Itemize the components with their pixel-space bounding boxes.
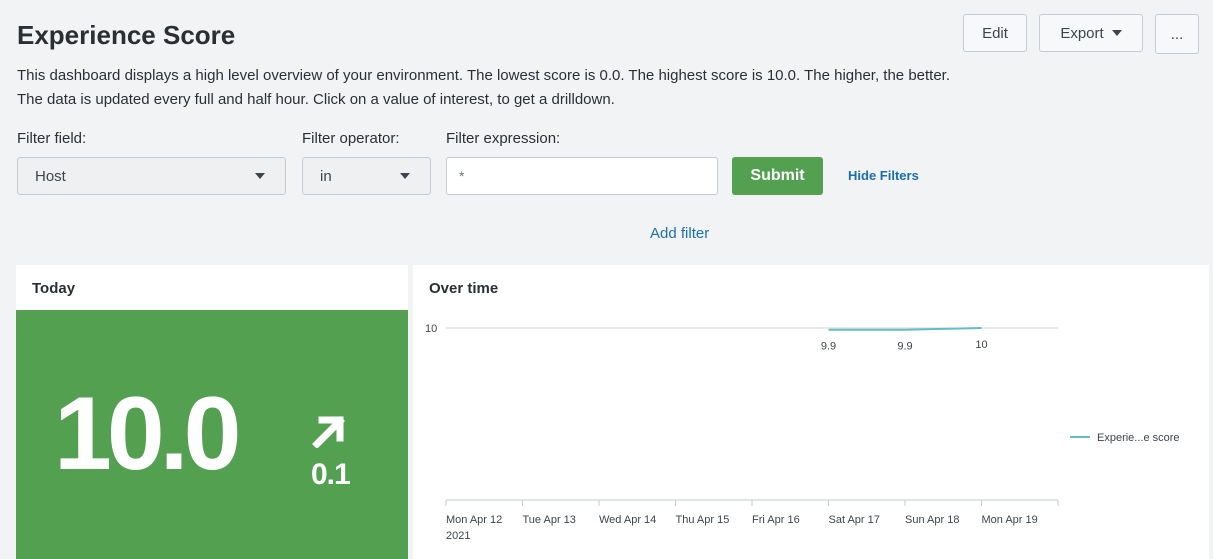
caret-down-icon [1111, 30, 1122, 36]
filter-operator-label: Filter operator: [302, 130, 400, 147]
score-value: 10.0 [54, 376, 241, 492]
dashboard-description: This dashboard displays a high level ove… [17, 67, 951, 108]
filter-operator-select[interactable]: in [302, 157, 431, 195]
filter-field-select[interactable]: Host [17, 157, 286, 195]
y-tick-label: 10 [425, 323, 437, 335]
x-tick-label: Thu Apr 15 [676, 514, 730, 526]
edit-button-label: Edit [982, 24, 1008, 42]
data-label: 9.9 [821, 341, 836, 353]
data-label: 9.9 [897, 341, 912, 353]
today-panel-title: Today [32, 280, 76, 297]
filter-expression-label: Filter expression: [446, 130, 561, 147]
x-tick-label: Sat Apr 17 [829, 514, 880, 526]
x-tick-label: Mon Apr 12 [446, 514, 502, 526]
legend-label: Experie...e score [1097, 432, 1180, 444]
submit-button[interactable]: Submit [732, 157, 823, 195]
x-tick-label: Wed Apr 14 [599, 514, 656, 526]
caret-down-icon [255, 173, 265, 179]
trend-value: 0.1 [311, 458, 351, 491]
filter-field-label: Filter field: [17, 130, 87, 147]
line-chart[interactable]: 10 Mon Apr 12 Tue Apr 13 Wed Apr 14 Thu Apr … [413, 265, 1209, 559]
overtime-panel: Over time 10 Mon Apr 12 Tue Apr 13 Wed Apr … [413, 265, 1209, 559]
arrow-up-right-icon [312, 416, 345, 448]
export-button-label: Export [1060, 24, 1104, 42]
more-button-label: ... [1170, 25, 1184, 43]
today-panel: Today 10.0 0.1 [16, 265, 408, 559]
filter-expression-input[interactable]: * [446, 157, 718, 195]
export-button[interactable]: Export [1039, 14, 1143, 52]
dashboard-actions: Edit Export ... [963, 14, 1199, 54]
data-label: 10 [975, 339, 987, 351]
filter-field-value: Host [35, 167, 66, 185]
edit-button[interactable]: Edit [963, 14, 1027, 52]
caret-down-icon [400, 173, 410, 179]
filter-operator-value: in [320, 167, 332, 185]
x-tick-label: Tue Apr 13 [523, 514, 576, 526]
x-tick-label: Sun Apr 18 [905, 514, 959, 526]
x-tick-label: Fri Apr 16 [752, 514, 800, 526]
page-title: Experience Score [17, 20, 236, 50]
x-tick-label: Mon Apr 19 [982, 514, 1038, 526]
hide-filters-link[interactable]: Hide Filters [848, 168, 919, 183]
single-value-tile[interactable]: 10.0 0.1 [16, 310, 408, 559]
add-filter-link[interactable]: Add filter [650, 225, 709, 242]
x-axis-year-label: 2021 [446, 530, 470, 542]
more-actions-button[interactable]: ... [1155, 14, 1199, 54]
